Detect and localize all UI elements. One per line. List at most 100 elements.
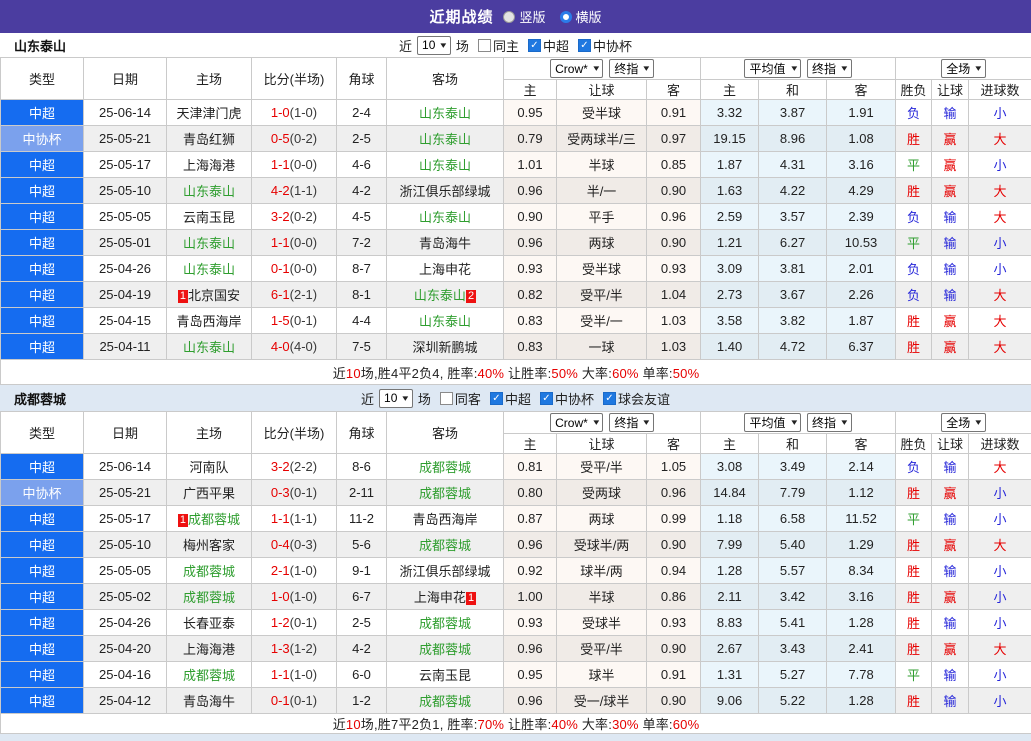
europe-source-select[interactable]: 平均值▾ bbox=[744, 413, 801, 432]
checkbox-icon[interactable]: ✓ bbox=[490, 392, 503, 405]
radio-vertical-layout[interactable]: 竖版 bbox=[503, 7, 545, 26]
radio-circle-icon[interactable] bbox=[560, 11, 572, 23]
result-scope-select[interactable]: 全场▾ bbox=[941, 413, 986, 432]
chevron-down-icon: ▾ bbox=[841, 63, 847, 74]
match-score: 1-1(0-0) bbox=[252, 230, 337, 256]
full-time-score: 1-0 bbox=[271, 589, 290, 604]
red-card-badge: 1 bbox=[178, 514, 188, 527]
ah-line: 平手 bbox=[557, 204, 647, 230]
home-team: 1成都蓉城 bbox=[167, 506, 252, 532]
match-date: 25-05-17 bbox=[84, 152, 167, 178]
checkbox-icon[interactable]: ✓ bbox=[603, 392, 616, 405]
handicap-time-select[interactable]: 终指▾ bbox=[609, 413, 654, 432]
eu-home-odds: 3.58 bbox=[701, 308, 759, 334]
handicap-source-select[interactable]: Crow*▾ bbox=[550, 413, 603, 432]
eu-home-odds: 2.11 bbox=[701, 584, 759, 610]
team-name: 山东泰山 bbox=[419, 210, 471, 225]
eu-draw-odds: 6.58 bbox=[759, 506, 827, 532]
match-type: 中超 bbox=[1, 532, 84, 558]
eu-home-odds: 7.99 bbox=[701, 532, 759, 558]
match-date: 25-06-14 bbox=[84, 100, 167, 126]
filter-csl[interactable]: ✓ 中超 bbox=[490, 389, 531, 408]
eu-draw-odds: 3.81 bbox=[759, 256, 827, 282]
match-score: 4-0(4-0) bbox=[252, 334, 337, 360]
col-header-ah-home: 主 bbox=[504, 80, 557, 100]
ah-line: 受一/球半 bbox=[557, 688, 647, 714]
corner-count: 4-5 bbox=[337, 204, 387, 230]
half-time-score: (0-1) bbox=[290, 485, 317, 500]
europe-source-select[interactable]: 平均值▾ bbox=[744, 59, 801, 78]
team-name: 青岛西海岸 bbox=[412, 512, 477, 527]
ah-away-odds: 0.90 bbox=[647, 178, 701, 204]
filter-fa-cup[interactable]: ✓ 中协杯 bbox=[578, 36, 632, 55]
match-count-select[interactable]: 10 ▾ bbox=[379, 389, 413, 408]
result-goals: 小 bbox=[969, 256, 1031, 282]
filter-fa-cup[interactable]: ✓ 中协杯 bbox=[540, 389, 594, 408]
ah-away-odds: 0.94 bbox=[647, 558, 701, 584]
result-goals: 大 bbox=[969, 334, 1031, 360]
europe-time-select[interactable]: 终指▾ bbox=[807, 413, 852, 432]
radio-circle-icon[interactable] bbox=[503, 11, 515, 23]
filter-club-friendly[interactable]: ✓ 球会友谊 bbox=[603, 389, 670, 408]
full-time-score: 4-0 bbox=[271, 339, 290, 354]
result-goals: 小 bbox=[969, 662, 1031, 688]
summary-text: 单率: bbox=[639, 717, 673, 732]
ah-away-odds: 0.90 bbox=[647, 230, 701, 256]
team-name: 北京国安 bbox=[188, 288, 240, 303]
full-time-score: 1-1 bbox=[271, 235, 290, 250]
result-goals: 大 bbox=[969, 178, 1031, 204]
eu-home-odds: 1.87 bbox=[701, 152, 759, 178]
result-wdl: 平 bbox=[896, 152, 932, 178]
eu-away-odds: 1.28 bbox=[827, 688, 896, 714]
ah-line: 半球 bbox=[557, 152, 647, 178]
filter-same-home[interactable]: 同主 bbox=[478, 36, 519, 55]
page-title: 近期战绩 bbox=[429, 6, 493, 27]
away-team: 青岛海牛 bbox=[387, 230, 504, 256]
eu-home-odds: 1.31 bbox=[701, 662, 759, 688]
col-header-date: 日期 bbox=[84, 58, 167, 100]
checkbox-icon[interactable]: ✓ bbox=[528, 39, 541, 52]
result-handicap: 赢 bbox=[932, 532, 969, 558]
team-name: 山东泰山 bbox=[419, 132, 471, 147]
top-bar: 近期战绩 竖版 横版 bbox=[0, 0, 1031, 33]
europe-dropdowns: 平均值▾ 终指▾ bbox=[701, 412, 896, 434]
handicap-source-select[interactable]: Crow*▾ bbox=[550, 59, 603, 78]
radio-horizontal-layout[interactable]: 横版 bbox=[560, 7, 602, 26]
home-team: 成都蓉城 bbox=[167, 584, 252, 610]
summary-text: 单率: bbox=[639, 366, 673, 381]
checkbox-icon[interactable]: ✓ bbox=[540, 392, 553, 405]
team-name: 青岛红狮 bbox=[183, 132, 235, 147]
eu-draw-odds: 3.87 bbox=[759, 100, 827, 126]
match-row: 中超25-04-20上海海港1-3(1-2)4-2成都蓉城0.96受平/半0.9… bbox=[1, 636, 1031, 662]
checkbox-icon[interactable] bbox=[440, 392, 453, 405]
handicap-time-select[interactable]: 终指▾ bbox=[609, 59, 654, 78]
result-scope-select[interactable]: 全场▾ bbox=[941, 59, 986, 78]
europe-time-select[interactable]: 终指▾ bbox=[807, 59, 852, 78]
filter-same-away[interactable]: 同客 bbox=[440, 389, 481, 408]
corner-count: 4-4 bbox=[337, 308, 387, 334]
away-team: 成都蓉城 bbox=[387, 480, 504, 506]
ah-away-odds: 0.90 bbox=[647, 532, 701, 558]
away-team: 成都蓉城 bbox=[387, 532, 504, 558]
match-type: 中超 bbox=[1, 610, 84, 636]
result-dropdowns: 全场▾ bbox=[896, 58, 1031, 80]
checkbox-label: 同主 bbox=[493, 36, 519, 55]
match-row: 中超25-05-05云南玉昆3-2(0-2)4-5山东泰山0.90平手0.962… bbox=[1, 204, 1031, 230]
col-header-ah-line: 让球 bbox=[557, 80, 647, 100]
team-name: 山东泰山 bbox=[183, 262, 235, 277]
ah-away-odds: 1.05 bbox=[647, 454, 701, 480]
checkbox-icon[interactable]: ✓ bbox=[578, 39, 591, 52]
ah-line: 受球半/两 bbox=[557, 532, 647, 558]
ah-home-odds: 0.95 bbox=[504, 662, 557, 688]
eu-draw-odds: 5.57 bbox=[759, 558, 827, 584]
ah-line: 球半/两 bbox=[557, 558, 647, 584]
filter-csl[interactable]: ✓ 中超 bbox=[528, 36, 569, 55]
eu-draw-odds: 3.42 bbox=[759, 584, 827, 610]
checkbox-icon[interactable] bbox=[478, 39, 491, 52]
match-count-select[interactable]: 10 ▾ bbox=[417, 36, 451, 55]
match-score: 1-1(1-0) bbox=[252, 662, 337, 688]
team-name: 成都蓉城 bbox=[183, 668, 235, 683]
ah-line: 受平/半 bbox=[557, 636, 647, 662]
match-date: 25-04-12 bbox=[84, 688, 167, 714]
ah-line: 两球 bbox=[557, 230, 647, 256]
